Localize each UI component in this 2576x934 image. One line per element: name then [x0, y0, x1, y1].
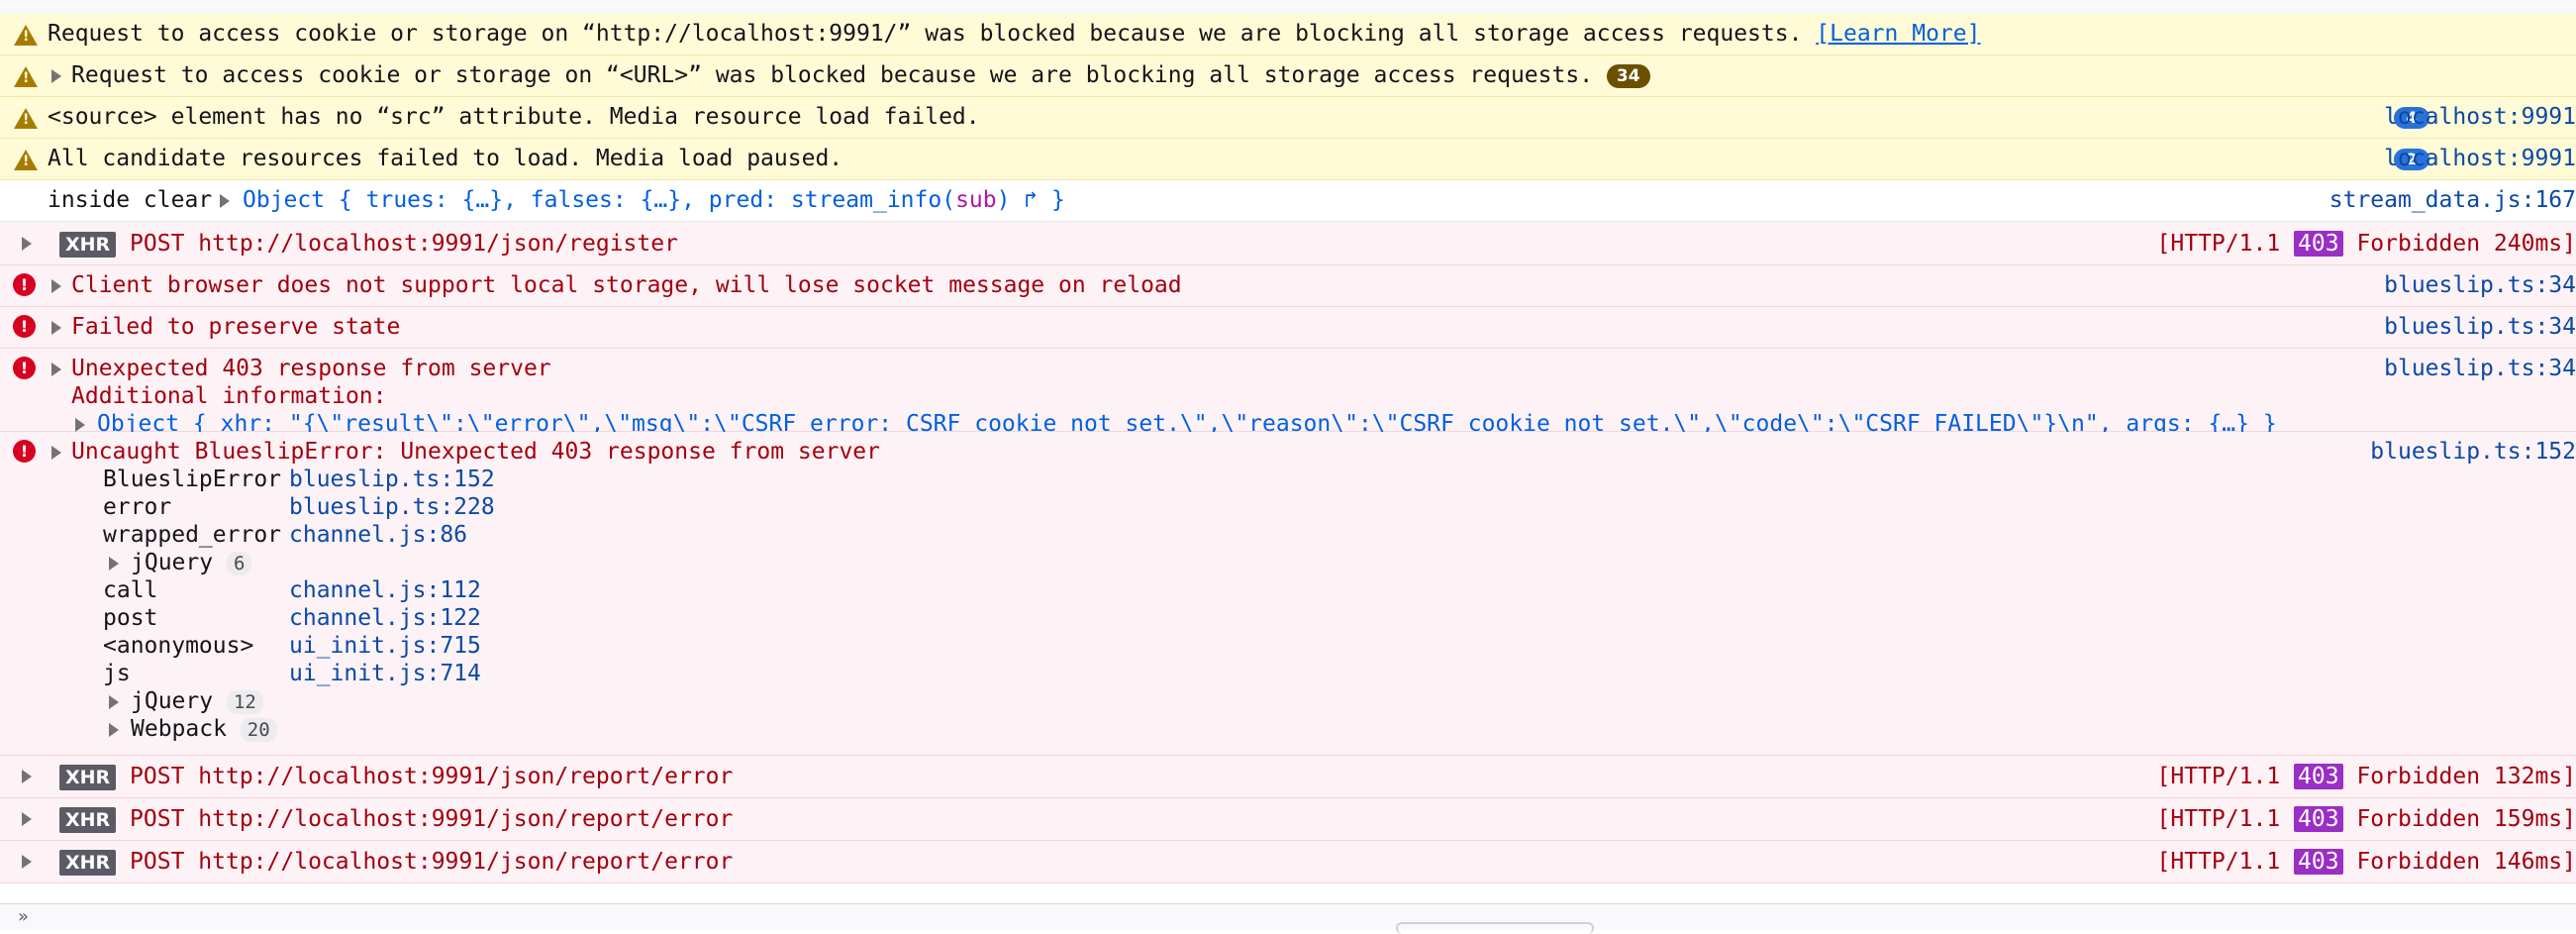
expand-arrow-icon[interactable] [51, 363, 61, 376]
status-code-badge: 403 [2294, 806, 2343, 832]
stack-group-webpack[interactable]: Webpack 20 [131, 715, 277, 743]
warning-message: All candidate resources failed to load. … [48, 146, 843, 171]
network-request: XHR POST http://localhost:9991/json/regi… [59, 230, 678, 258]
frame-count-badge: 12 [226, 690, 263, 714]
message-source-link[interactable]: blueslip.ts:34 [2384, 355, 2576, 382]
network-request-row[interactable]: XHR POST http://localhost:9991/json/repo… [0, 756, 2576, 798]
toolbar-edge [0, 0, 2576, 15]
stack-frame-name: wrapped_error [103, 522, 282, 548]
expand-arrow-icon[interactable] [22, 855, 32, 869]
network-request-row[interactable]: XHR POST http://localhost:9991/json/regi… [0, 222, 2576, 265]
network-request-row[interactable]: XHR POST http://localhost:9991/json/repo… [0, 798, 2576, 841]
xhr-badge: XHR [59, 850, 117, 876]
status-code-badge: 403 [2294, 849, 2343, 875]
stack-frame-location[interactable]: channel.js:112 [289, 576, 481, 604]
xhr-badge: XHR [59, 765, 117, 790]
error-icon: ! [13, 273, 36, 296]
error-message: Client browser does not support local st… [71, 272, 1182, 298]
expand-arrow-icon[interactable] [109, 557, 119, 571]
console-log-row: inside clear Object { trues: {…}, falses… [0, 180, 2576, 222]
expand-arrow-icon[interactable] [51, 279, 61, 293]
console-error-row[interactable]: ! Unexpected 403 response from server Ad… [0, 349, 2576, 437]
warning-message: Request to access cookie or storage on “… [71, 61, 1650, 89]
stack-frame-name: js [103, 661, 131, 686]
stack-frame-location[interactable]: ui_init.js:715 [289, 632, 481, 660]
warning-message: Request to access cookie or storage on “… [48, 21, 1981, 47]
learn-more-link[interactable]: [Learn More] [1816, 21, 1980, 47]
stack-frame-location[interactable]: channel.js:86 [289, 521, 467, 549]
frame-count-badge: 20 [240, 718, 277, 742]
console-warning-row: <source> element has no “src” attribute.… [0, 97, 2576, 139]
stack-frame-name: <anonymous> [103, 633, 254, 659]
console-warning-row: Request to access cookie or storage on “… [0, 14, 2576, 55]
resize-handle[interactable] [1396, 922, 1594, 934]
expand-arrow-icon[interactable] [109, 723, 119, 737]
network-request: XHR POST http://localhost:9991/json/repo… [59, 763, 733, 790]
network-status: [HTTP/1.1 403 Forbidden 132ms] [2156, 764, 2576, 789]
console-prompt-chevron-icon: » [18, 906, 30, 927]
console-error-row[interactable]: ! Failed to preserve state blueslip.ts:3… [0, 307, 2576, 349]
network-status: [HTTP/1.1 403 Forbidden 159ms] [2156, 806, 2576, 832]
warning-message: <source> element has no “src” attribute.… [48, 104, 980, 130]
console-error-row[interactable]: ! Client browser does not support local … [0, 265, 2576, 307]
expand-arrow-icon[interactable] [75, 418, 85, 432]
expand-arrow-icon[interactable] [51, 321, 61, 335]
error-icon: ! [13, 440, 36, 463]
stack-frame-name: post [103, 605, 158, 631]
network-status: [HTTP/1.1 403 Forbidden 240ms] [2156, 231, 2576, 257]
xhr-badge: XHR [59, 807, 117, 833]
expand-arrow-icon[interactable] [22, 770, 32, 783]
status-code-badge: 403 [2294, 231, 2343, 257]
error-icon: ! [13, 315, 36, 338]
error-additional-label: Additional information: [71, 383, 387, 409]
message-source-link[interactable]: localhost:9991 [2384, 103, 2576, 131]
stack-frame-name: error [103, 494, 172, 520]
log-label: inside clear [48, 187, 213, 213]
warning-icon [14, 25, 38, 46]
expand-arrow-icon[interactable] [22, 237, 32, 251]
log-object-preview[interactable]: Object { trues: {…}, falses: {…}, pred: … [243, 186, 1065, 214]
stack-frame-location[interactable]: blueslip.ts:228 [289, 493, 495, 521]
status-code-badge: 403 [2294, 764, 2343, 789]
stack-frame-name: call [103, 577, 158, 603]
stack-frame-name: BlueslipError [103, 467, 282, 492]
message-source-link[interactable]: stream_data.js:167 [2329, 186, 2576, 214]
error-message: Unexpected 403 response from server [71, 356, 551, 381]
repeat-count-badge: 34 [1606, 63, 1650, 88]
message-source-link[interactable]: blueslip.ts:34 [2384, 313, 2576, 341]
console-output: Request to access cookie or storage on “… [0, 14, 2576, 883]
stack-frame-location[interactable]: channel.js:122 [289, 604, 481, 632]
console-warning-row[interactable]: Request to access cookie or storage on “… [0, 55, 2576, 97]
message-source-link[interactable]: localhost:9991 [2384, 145, 2576, 172]
console-warning-row: All candidate resources failed to load. … [0, 139, 2576, 180]
expand-arrow-icon[interactable] [109, 695, 119, 709]
console-input-bar[interactable]: » [0, 903, 2576, 934]
expand-arrow-icon[interactable] [51, 446, 61, 460]
warning-icon [14, 150, 38, 170]
expand-arrow-icon[interactable] [51, 69, 61, 83]
expand-arrow-icon[interactable] [22, 812, 32, 826]
stack-frame-location[interactable]: ui_init.js:714 [289, 660, 481, 687]
message-source-link[interactable]: blueslip.ts:34 [2384, 271, 2576, 299]
error-message: Failed to preserve state [71, 314, 401, 340]
error-message: Uncaught BlueslipError: Unexpected 403 r… [71, 439, 880, 465]
frame-count-badge: 6 [226, 552, 252, 575]
message-source-link[interactable]: blueslip.ts:152 [2370, 438, 2576, 466]
warning-icon [14, 108, 38, 129]
stack-group-jquery[interactable]: jQuery 12 [131, 687, 263, 715]
network-request: XHR POST http://localhost:9991/json/repo… [59, 848, 733, 876]
network-request: XHR POST http://localhost:9991/json/repo… [59, 805, 733, 833]
stack-group-jquery[interactable]: jQuery 6 [131, 549, 252, 576]
network-status: [HTTP/1.1 403 Forbidden 146ms] [2156, 849, 2576, 875]
warning-icon [14, 66, 38, 87]
error-icon: ! [13, 357, 36, 379]
console-error-row[interactable]: ! Uncaught BlueslipError: Unexpected 403… [0, 432, 2576, 756]
stack-frame-location[interactable]: blueslip.ts:152 [289, 466, 495, 493]
expand-arrow-icon[interactable] [220, 194, 230, 208]
network-request-row[interactable]: XHR POST http://localhost:9991/json/repo… [0, 841, 2576, 883]
xhr-badge: XHR [59, 232, 117, 258]
